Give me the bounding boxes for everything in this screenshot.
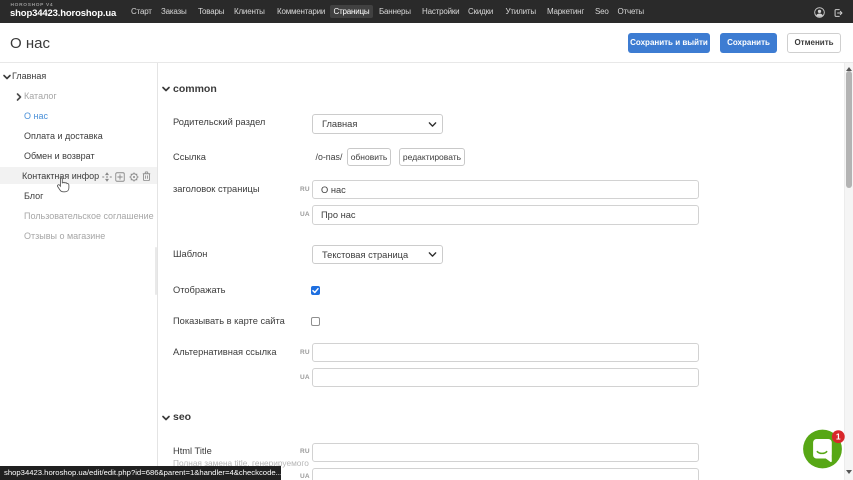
svg-text:1: 1 [836, 432, 841, 442]
